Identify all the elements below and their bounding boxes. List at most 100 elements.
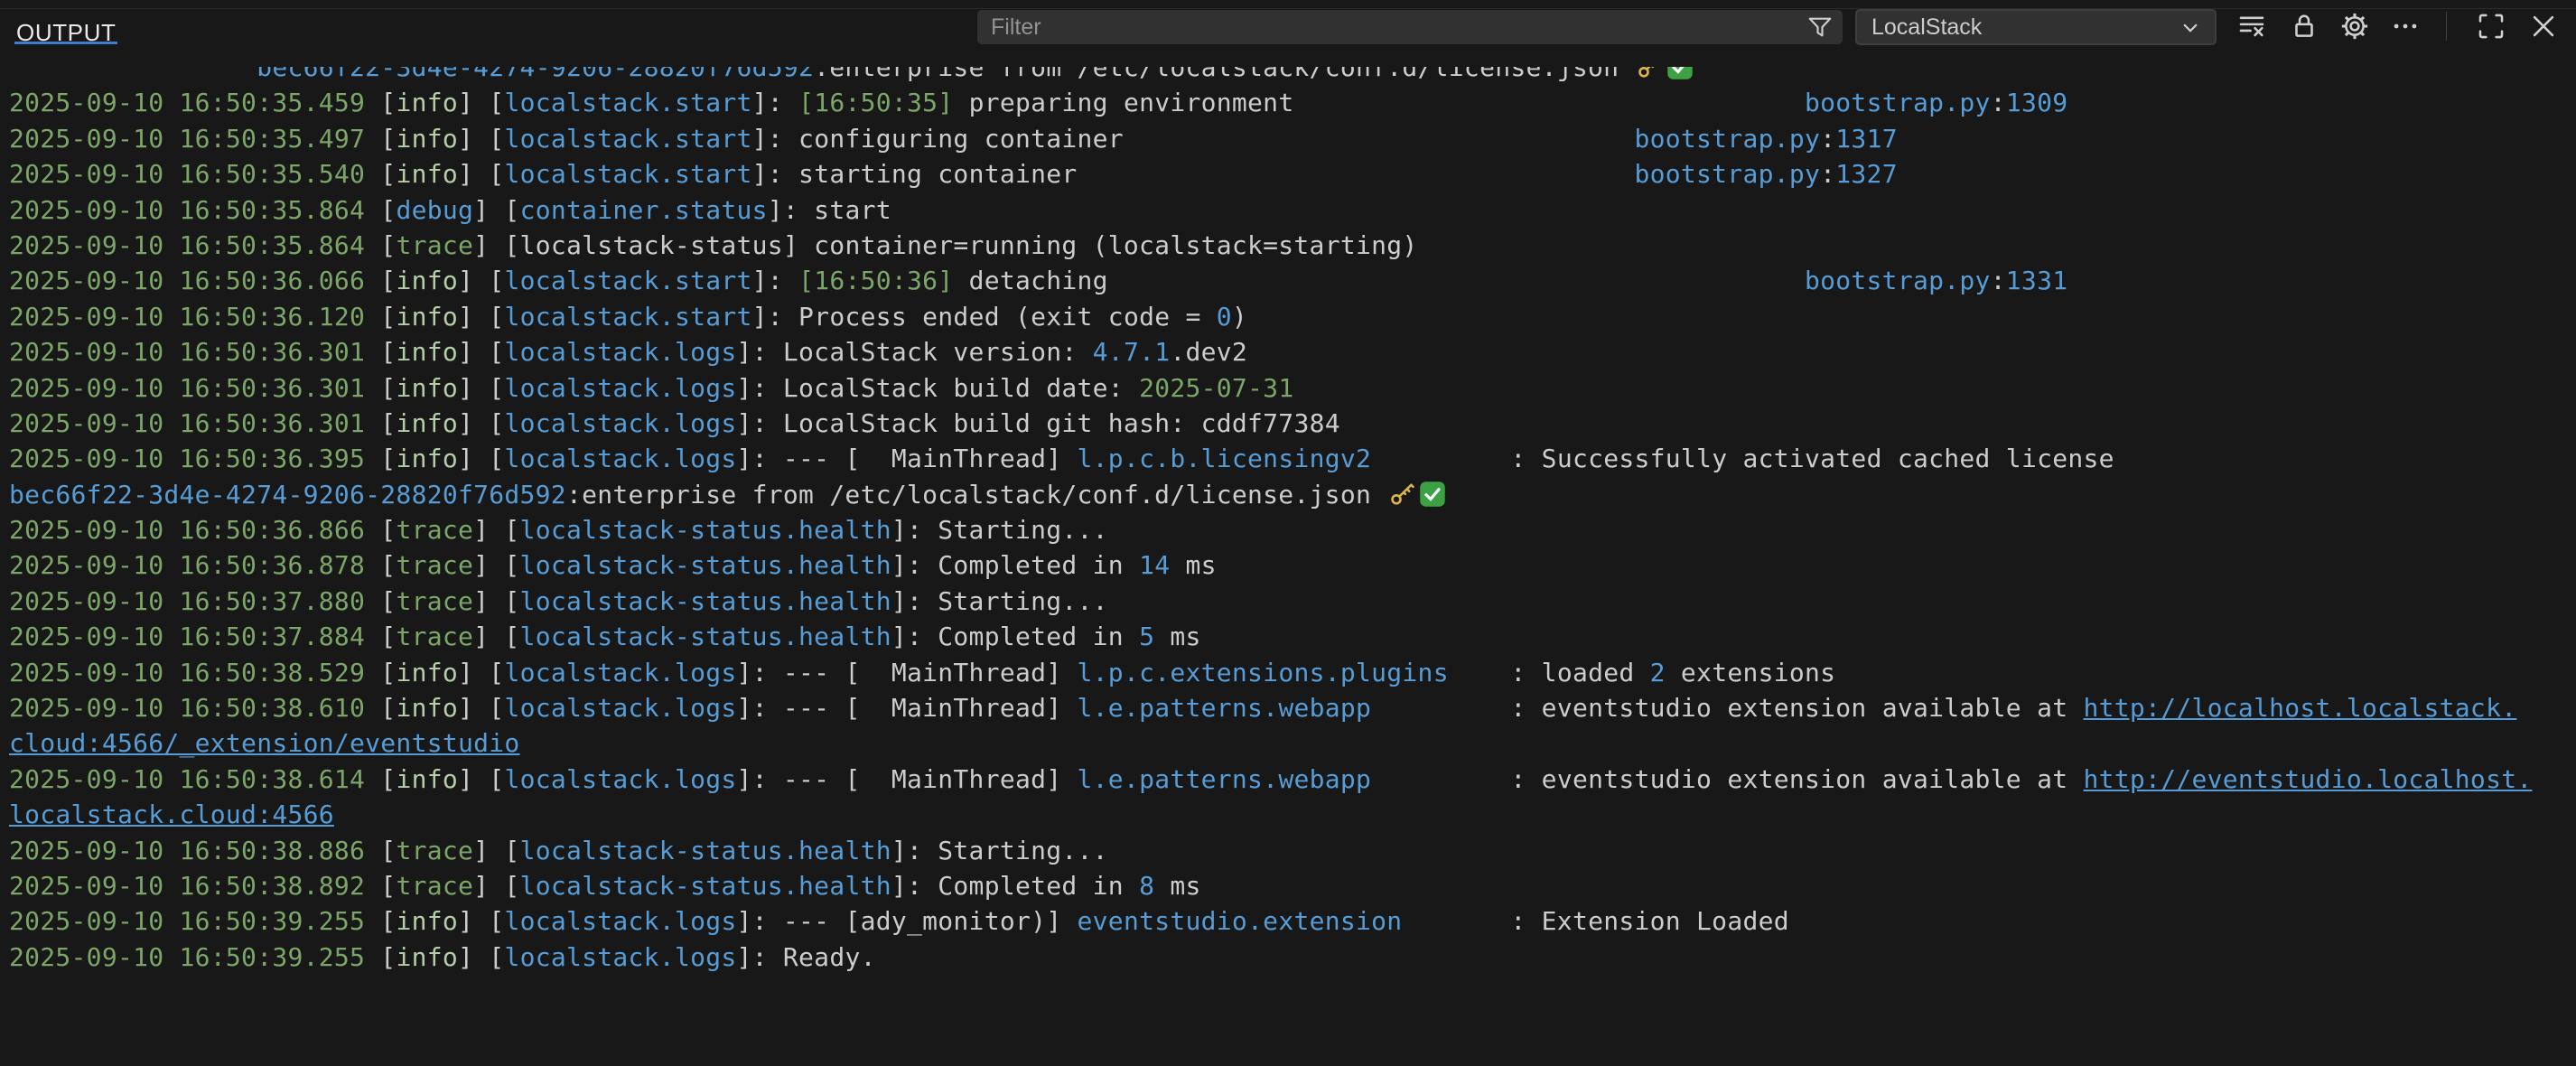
log-timestamp: 2025-09-10 16:50:38.529 [9,658,365,687]
log-text: ]: configuring container [752,124,1124,154]
log-level: info [396,764,458,794]
log-padding [9,67,257,82]
log-text: ] [ [473,622,519,651]
file-link[interactable]: 1327 [1835,159,1898,189]
log-text: : [1820,159,1835,189]
log-padding [1449,658,1511,687]
log-text: :enterprise from /etc/localstack/conf.d/… [566,480,1386,510]
log-identifier: localstack.logs [504,693,736,723]
log-level: info [396,373,458,403]
log-link[interactable]: cloud:4566/_extension/eventstudio [9,728,520,758]
log-text: ] [ [458,337,504,367]
more-actions-button[interactable] [2387,8,2423,44]
log-viewport[interactable]: bec66f22-3d4e-4274-9206-28820f76d592 :ent… [0,67,2576,1066]
file-link[interactable]: bootstrap.py [1634,159,1820,189]
log-timestamp: 2025-09-10 16:50:36.866 [9,515,365,545]
log-identifier: 8 [1139,871,1154,901]
log-text: ]: --- [ MainThread] [737,693,1078,723]
log-identifier: localstack-status.health [520,550,891,580]
file-link[interactable]: 1331 [2006,266,2068,295]
log-padding [1293,88,1805,117]
log-text: ] [ [473,836,519,865]
log-text: ) [1232,302,1247,332]
log-text: [ [365,230,396,260]
clear-output-button[interactable] [2234,8,2270,44]
log-link[interactable]: http://eventstudio.localhost. [2084,764,2533,794]
tab-output[interactable]: OUTPUT [16,14,116,51]
log-text: [ [365,693,396,723]
log-text: ]: LocalStack build git hash: cddf77384 [737,408,1340,438]
log-text: [ [365,942,396,972]
log-text: [ [365,871,396,901]
file-link[interactable]: bootstrap.py [1635,124,1821,154]
log-row: 2025-09-10 16:50:38.610 [info] [localsta… [0,690,2576,725]
log-row: 2025-09-10 16:50:36.301 [info] [localsta… [0,406,2576,441]
log-row: 2025-09-10 16:50:39.255 [info] [localsta… [0,903,2576,939]
settings-button[interactable] [2337,8,2373,44]
log-identifier: localstack.logs [504,337,736,367]
log-padding [1124,124,1635,154]
log-identifier: container.status [520,195,768,225]
log-text: ] [ [473,550,519,580]
log-timestamp: 2025-09-10 16:50:36.066 [9,266,365,295]
filter-input[interactable] [977,10,1790,44]
log-timestamp: 2025-09-10 16:50:36.878 [9,550,365,580]
log-timestamp: 2025-09-10 16:50:35.497 [9,124,365,154]
check-icon [1417,480,1448,510]
log-text: ms [1154,871,1200,901]
close-panel-button[interactable] [2525,8,2562,44]
log-identifier: localstack-status.health [520,586,891,616]
scroll-lock-button[interactable] [2286,8,2322,44]
log-text: ] [ [473,871,519,901]
log-identifier: 5 [1139,622,1154,651]
log-padding [1078,159,1635,189]
maximize-panel-button[interactable] [2473,8,2509,44]
header-separator [2446,12,2447,41]
log-row: cloud:4566/_extension/eventstudio [0,725,2576,761]
log-row: 2025-09-10 16:50:36.395 [info] [localsta… [0,441,2576,476]
log-text: ]: --- [ MainThread] [737,658,1078,687]
log-identifier: l.p.c.b.licensingv2 [1078,444,1372,473]
log-row: 2025-09-10 16:50:35.864 [debug] [contain… [0,192,2576,228]
log-text: [ [365,266,396,295]
log-identifier: 2 [1650,658,1666,687]
log-text: ]: Starting... [891,515,1108,545]
file-link[interactable]: bootstrap.py [1805,88,1991,117]
log-level: info [396,658,458,687]
log-row: 2025-09-10 16:50:35.459 [info] [localsta… [0,85,2576,120]
log-text: : Extension Loaded [1510,906,1788,936]
log-text: [ [365,302,396,332]
log-row: 2025-09-10 16:50:36.301 [info] [localsta… [0,334,2576,369]
log-link[interactable]: http://localhost.localstack. [2084,693,2517,723]
log-text: ] [ [458,444,504,473]
log-text: detaching [953,266,1107,295]
log-timestamp: trace [396,836,473,865]
log-row: localstack.cloud:4566 [0,797,2576,832]
file-link[interactable]: 1317 [1835,124,1898,154]
log-text: : eventstudio extension available at [1510,764,2083,794]
log-identifier: localstack.start [504,88,751,117]
log-text: [ [365,373,396,403]
log-text: [ [365,836,396,865]
log-row: 2025-09-10 16:50:35.497 [info] [localsta… [0,121,2576,156]
file-link[interactable]: 1309 [2006,88,2068,117]
log-link[interactable]: localstack.cloud:4566 [9,800,334,829]
log-identifier: localstack-status.health [520,871,891,901]
file-link[interactable]: bootstrap.py [1805,266,1991,295]
output-channel-select[interactable]: LocalStack [1855,9,2217,45]
filter-options-button[interactable] [1805,12,1835,42]
log-timestamp: trace [396,515,473,545]
log-identifier: localstack.logs [504,444,736,473]
log-identifier: bec66f22-3d4e-4274-9206-28820f76d592 [257,67,814,82]
log-text: ]: start [768,195,891,225]
log-text: [ [365,658,396,687]
log-text: ]: [752,266,798,295]
log-timestamp: 2025-09-10 16:50:39.255 [9,942,365,972]
log-timestamp: 2025-09-10 16:50:39.255 [9,906,365,936]
log-timestamp: trace [396,230,473,260]
log-timestamp: 2025-07-31 [1139,373,1293,403]
log-timestamp: trace [396,622,473,651]
log-padding [1371,444,1510,473]
log-text: ] [ [473,515,519,545]
log-row: 2025-09-10 16:50:38.614 [info] [localsta… [0,762,2576,797]
